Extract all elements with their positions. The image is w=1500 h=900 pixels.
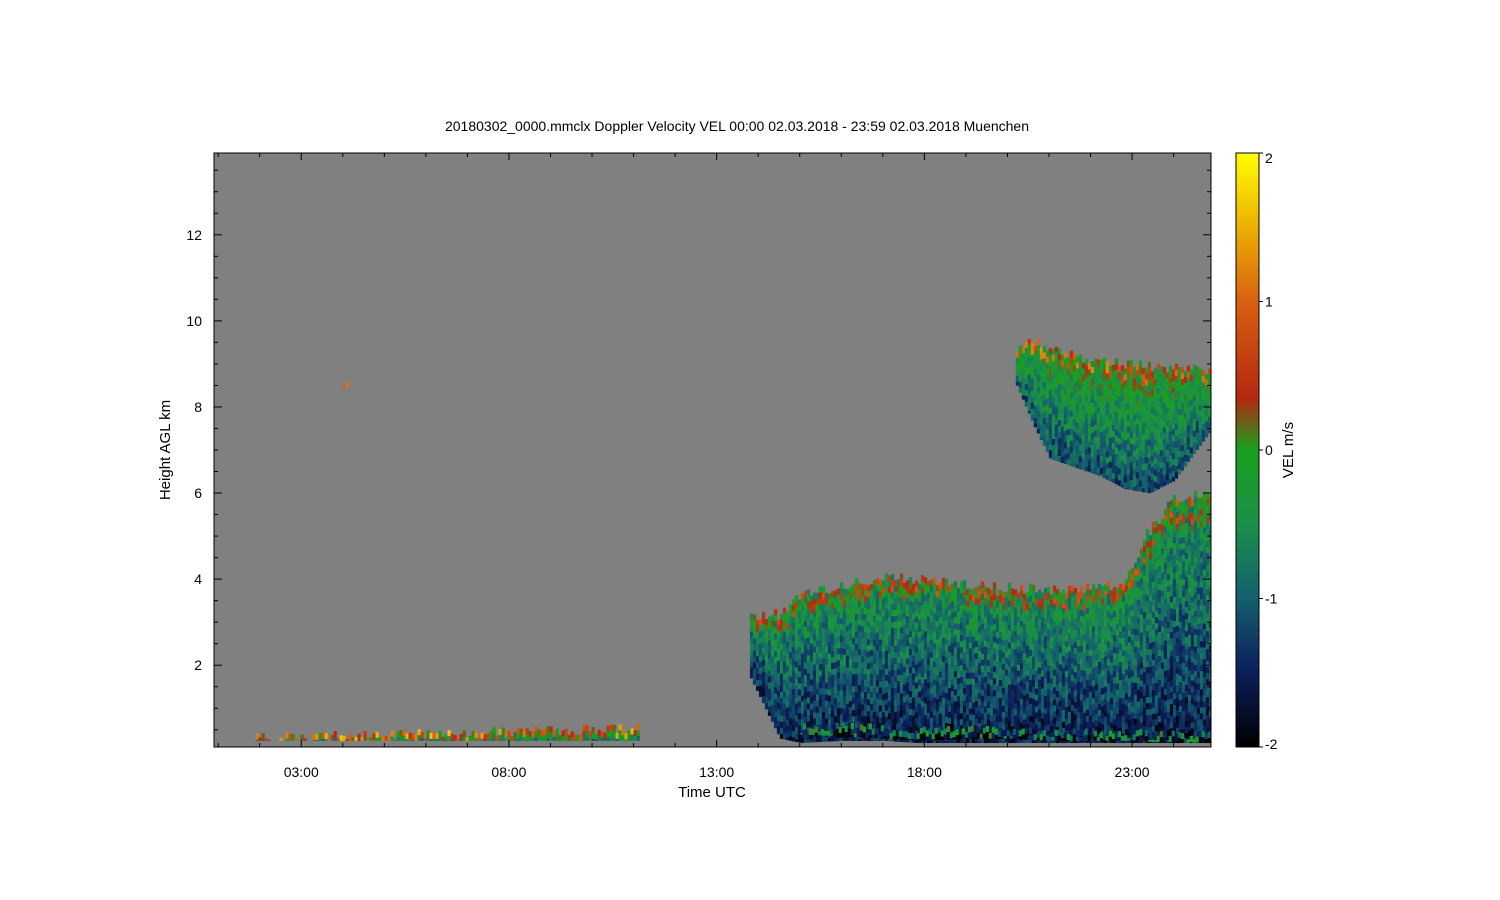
- x-tick-label: 23:00: [1115, 764, 1150, 780]
- doppler-velocity-figure: 20180302_0000.mmclx Doppler Velocity VEL…: [157, 118, 1297, 801]
- colorbar-gradient: [1236, 153, 1259, 747]
- y-axis-label: Height AGL km: [157, 400, 174, 500]
- colorbar-tick-label: 1: [1265, 294, 1273, 310]
- y-tick-label: 12: [186, 227, 202, 243]
- y-tick-label: 4: [194, 571, 202, 587]
- colorbar-ticks: 2 1 0 -1 -2: [1259, 150, 1278, 752]
- colorbar-label: VEL m/s: [1280, 422, 1297, 478]
- x-tick-label: 18:00: [907, 764, 942, 780]
- x-tick-label: 13:00: [699, 764, 734, 780]
- plot-area: [213, 152, 1212, 748]
- y-tick-label: 8: [194, 399, 202, 415]
- chart-title: 20180302_0000.mmclx Doppler Velocity VEL…: [445, 118, 1029, 134]
- colorbar-tick-label: -1: [1265, 591, 1278, 607]
- x-axis-label: Time UTC: [678, 784, 746, 801]
- colorbar-tick-label: 0: [1265, 442, 1273, 458]
- x-tick-label: 03:00: [284, 764, 319, 780]
- colorbar: 2 1 0 -1 -2 VEL m/s: [1235, 150, 1297, 752]
- y-tick-label: 10: [186, 313, 202, 329]
- x-tick-label: 08:00: [491, 764, 526, 780]
- colorbar-tick-label: 2: [1265, 150, 1273, 166]
- colorbar-tick-label: -2: [1265, 736, 1278, 752]
- y-tick-label: 6: [194, 485, 202, 501]
- y-tick-label: 2: [194, 657, 202, 673]
